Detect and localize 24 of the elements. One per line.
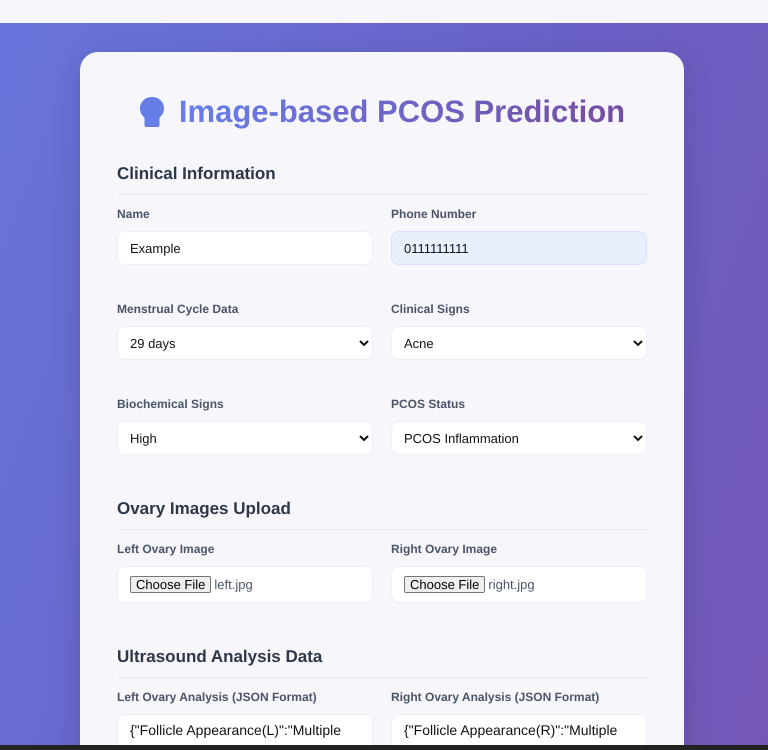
text-field[interactable]: 0111111111 — [391, 231, 647, 265]
field-label: Clinical Signs — [391, 302, 471, 316]
field-label: Left Ovary Image — [117, 542, 216, 556]
json-text-area[interactable]: {"Follicle Appearance(R)":"Multiple — [391, 714, 647, 745]
field-label: Biochemical Signs — [117, 397, 225, 411]
field-label: Right Ovary Image — [391, 542, 498, 556]
field-label: Phone Number — [391, 207, 478, 221]
section-heading: Ultrasound Analysis Data — [117, 647, 647, 678]
json-text-area[interactable]: {"Follicle Appearance(L)":"Multiple — [117, 714, 373, 745]
dropdown[interactable]: Acne — [391, 326, 647, 360]
text-field[interactable]: Example — [117, 231, 373, 265]
head-icon — [138, 96, 165, 128]
field-label: Right Ovary Analysis (JSON Format) — [391, 690, 600, 704]
field-label: Left Ovary Analysis (JSON Format) — [117, 690, 318, 704]
file-field[interactable]: Choose File left.jpg — [117, 566, 373, 603]
field-label: Menstrual Cycle Data — [117, 302, 240, 316]
field-label: Name — [117, 207, 151, 221]
dropdown[interactable]: High — [117, 421, 373, 455]
field-label: PCOS Status — [391, 397, 466, 411]
section-heading: Clinical Information — [117, 164, 647, 195]
file-field[interactable]: Choose File right.jpg — [391, 566, 647, 603]
dropdown[interactable]: PCOS Inflammation — [391, 421, 647, 455]
section-heading: Ovary Images Upload — [117, 499, 647, 530]
dropdown[interactable]: 29 days — [117, 326, 373, 360]
